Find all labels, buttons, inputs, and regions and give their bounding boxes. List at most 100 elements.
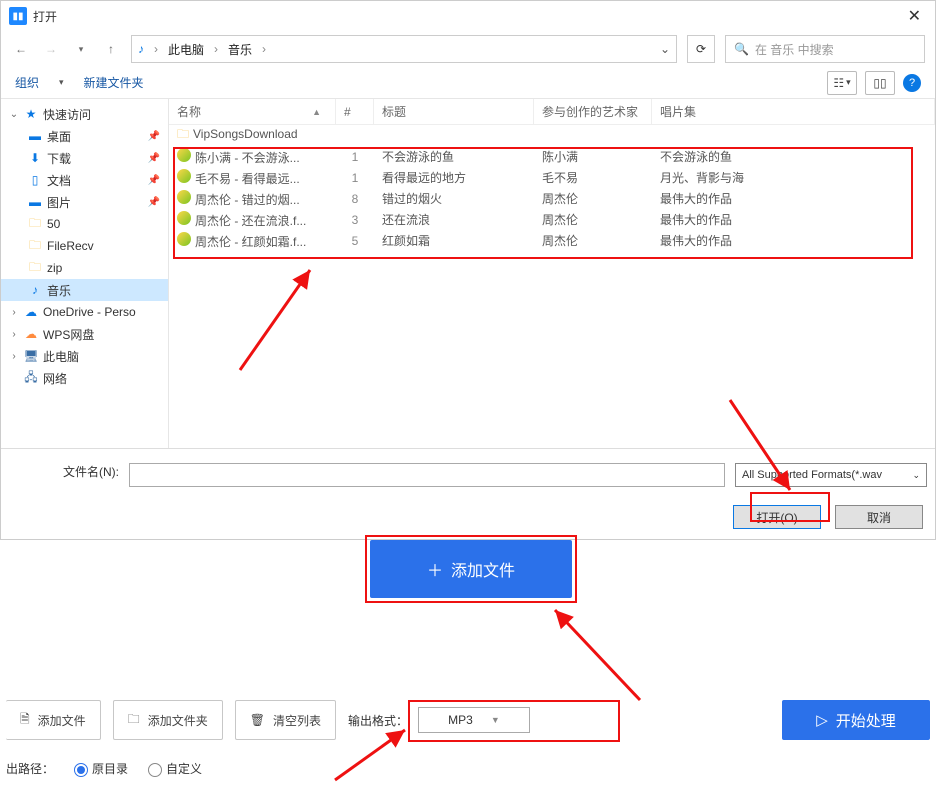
search-box[interactable]: 🔍 在 音乐 中搜索 xyxy=(725,35,925,63)
tree-quick-access[interactable]: ⌄★快速访问 xyxy=(1,103,168,125)
nav-up-button[interactable]: ↑ xyxy=(101,39,121,59)
tree-music[interactable]: ♪音乐 xyxy=(1,279,168,301)
start-process-button[interactable]: ▷ 开始处理 xyxy=(782,700,930,740)
cloud-icon: ☁ xyxy=(23,327,39,341)
folder-icon: 🗀 xyxy=(177,127,189,141)
output-format-group: 输出格式： MP3 ▼ xyxy=(348,707,530,733)
audio-file-icon xyxy=(177,211,191,225)
file-list-header: 名称▲ # 标题 参与创作的艺术家 唱片集 xyxy=(169,99,935,125)
add-file-large-button[interactable]: ＋ 添加文件 xyxy=(370,540,572,598)
output-path-label: 出路径： xyxy=(6,760,54,777)
tree-wps[interactable]: ›☁WPS网盘 xyxy=(1,323,168,345)
output-format-select[interactable]: MP3 ▼ xyxy=(418,707,530,733)
filename-row: 文件名(N): All Supported Formats(*.wav⌄ xyxy=(1,449,935,505)
bottom-toolbar: 🗎 添加文件 🗀 添加文件夹 🗑 清空列表 输出格式： MP3 ▼ ▷ xyxy=(0,700,936,777)
music-icon: ♪ xyxy=(27,283,43,297)
file-type-filter[interactable]: All Supported Formats(*.wav⌄ xyxy=(735,463,927,487)
chevron-right-icon: › xyxy=(258,42,270,56)
cancel-button[interactable]: 取消 xyxy=(835,505,923,529)
file-row[interactable]: 周杰伦 - 红颜如霜.f...5红颜如霜周杰伦最伟大的作品 xyxy=(169,230,935,251)
breadcrumb-current[interactable]: 音乐 xyxy=(228,41,252,58)
file-row[interactable]: 陈小满 - 不会游泳...1不会游泳的鱼陈小满不会游泳的鱼 xyxy=(169,146,935,167)
help-icon[interactable]: ? xyxy=(903,74,921,92)
computer-icon: 🖥 xyxy=(23,349,39,363)
nav-forward-button[interactable]: → xyxy=(41,39,61,59)
desktop-icon: ▬ xyxy=(27,129,43,143)
play-icon: ▷ xyxy=(816,711,828,729)
pin-icon: 📌 xyxy=(148,175,160,186)
radio-custom[interactable]: 自定义 xyxy=(148,760,202,777)
pin-icon: 📌 xyxy=(148,153,160,164)
folder-icon: 🗀 xyxy=(128,710,140,731)
dialog-titlebar: ▮▮ 打开 ✕ xyxy=(1,1,935,31)
filename-label: 文件名(N): xyxy=(9,463,119,480)
file-list: 名称▲ # 标题 参与创作的艺术家 唱片集 🗀VipSongsDownload … xyxy=(169,99,935,448)
open-button[interactable]: 打开(O) xyxy=(733,505,821,529)
tree-onedrive[interactable]: ›☁OneDrive - Perso xyxy=(1,301,168,323)
bottom-clear-list-button[interactable]: 🗑 清空列表 xyxy=(235,700,336,740)
pin-icon: 📌 xyxy=(148,197,160,208)
tree-folder-50[interactable]: 🗀50 xyxy=(1,213,168,235)
refresh-button[interactable]: ⟳ xyxy=(687,35,715,63)
folder-icon: 🗀 xyxy=(27,236,43,257)
pin-icon: 📌 xyxy=(148,131,160,142)
annotation-arrow xyxy=(540,600,650,710)
chevron-down-icon: ⌄ xyxy=(912,470,920,481)
audio-file-icon xyxy=(177,148,191,162)
audio-file-icon xyxy=(177,169,191,183)
tree-folder-zip[interactable]: 🗀zip xyxy=(1,257,168,279)
tree-desktop[interactable]: ▬桌面📌 xyxy=(1,125,168,147)
sort-asc-icon: ▲ xyxy=(312,107,321,117)
radio-orig-dir[interactable]: 原目录 xyxy=(74,760,128,777)
nav-tree: ⌄★快速访问 ▬桌面📌 ⬇下载📌 ▯文档📌 ▬图片📌 🗀50 🗀FileRecv… xyxy=(1,99,169,448)
plus-icon: ＋ xyxy=(427,557,443,581)
tree-documents[interactable]: ▯文档📌 xyxy=(1,169,168,191)
tree-downloads[interactable]: ⬇下载📌 xyxy=(1,147,168,169)
cloud-icon: ☁ xyxy=(23,305,39,319)
app-logo-icon: ▮▮ xyxy=(9,7,27,25)
new-folder-button[interactable]: 新建文件夹 xyxy=(84,74,144,91)
nav-recent-dropdown[interactable]: ▾ xyxy=(71,39,91,59)
document-icon: ▯ xyxy=(27,173,43,187)
address-bar[interactable]: ♪ › 此电脑 › 音乐 › ⌄ xyxy=(131,35,677,63)
dialog-title: 打开 xyxy=(33,8,57,25)
output-format-label: 输出格式： xyxy=(348,712,408,729)
tree-folder-filerecv[interactable]: 🗀FileRecv xyxy=(1,235,168,257)
col-num[interactable]: # xyxy=(336,99,374,124)
chevron-right-icon: › xyxy=(150,42,162,56)
file-row[interactable]: 毛不易 - 看得最远...1看得最远的地方毛不易月光、背影与海 xyxy=(169,167,935,188)
organize-menu[interactable]: 组织 xyxy=(15,74,39,91)
breadcrumb-root[interactable]: 此电脑 xyxy=(168,41,204,58)
filename-input[interactable] xyxy=(129,463,725,487)
music-location-icon: ♪ xyxy=(138,42,144,56)
col-artist[interactable]: 参与创作的艺术家 xyxy=(534,99,652,124)
preview-pane-button[interactable]: ▯▯ xyxy=(865,71,895,95)
folder-icon: 🗀 xyxy=(27,214,43,235)
network-icon: 🖧 xyxy=(23,368,39,389)
chevron-down-icon: ▼ xyxy=(491,715,500,725)
col-album[interactable]: 唱片集 xyxy=(652,99,935,124)
file-row[interactable]: 周杰伦 - 还在流浪.f...3还在流浪周杰伦最伟大的作品 xyxy=(169,209,935,230)
audio-file-icon xyxy=(177,232,191,246)
folder-row[interactable]: 🗀VipSongsDownload xyxy=(169,125,935,146)
bottom-add-file-button[interactable]: 🗎 添加文件 xyxy=(6,700,101,740)
tree-network[interactable]: 🖧网络 xyxy=(1,367,168,389)
view-mode-button[interactable]: ☷▾ xyxy=(827,71,857,95)
trash-icon: 🗑 xyxy=(250,713,265,727)
search-icon: 🔍 xyxy=(734,42,749,56)
address-history-dropdown[interactable]: ⌄ xyxy=(660,42,670,56)
pictures-icon: ▬ xyxy=(27,195,43,209)
search-placeholder: 在 音乐 中搜索 xyxy=(755,41,834,58)
file-row[interactable]: 周杰伦 - 错过的烟...8错过的烟火周杰伦最伟大的作品 xyxy=(169,188,935,209)
audio-file-icon xyxy=(177,190,191,204)
star-icon: ★ xyxy=(23,107,39,121)
bottom-add-folder-button[interactable]: 🗀 添加文件夹 xyxy=(113,700,223,740)
tree-thispc[interactable]: ›🖥此电脑 xyxy=(1,345,168,367)
col-title[interactable]: 标题 xyxy=(374,99,534,124)
close-icon[interactable]: ✕ xyxy=(902,6,927,26)
nav-back-button[interactable]: ← xyxy=(11,39,31,59)
col-name[interactable]: 名称▲ xyxy=(169,99,336,124)
toolbar-dropdown-icon[interactable]: ▾ xyxy=(59,77,64,88)
document-icon: 🗎 xyxy=(20,710,30,731)
tree-pictures[interactable]: ▬图片📌 xyxy=(1,191,168,213)
